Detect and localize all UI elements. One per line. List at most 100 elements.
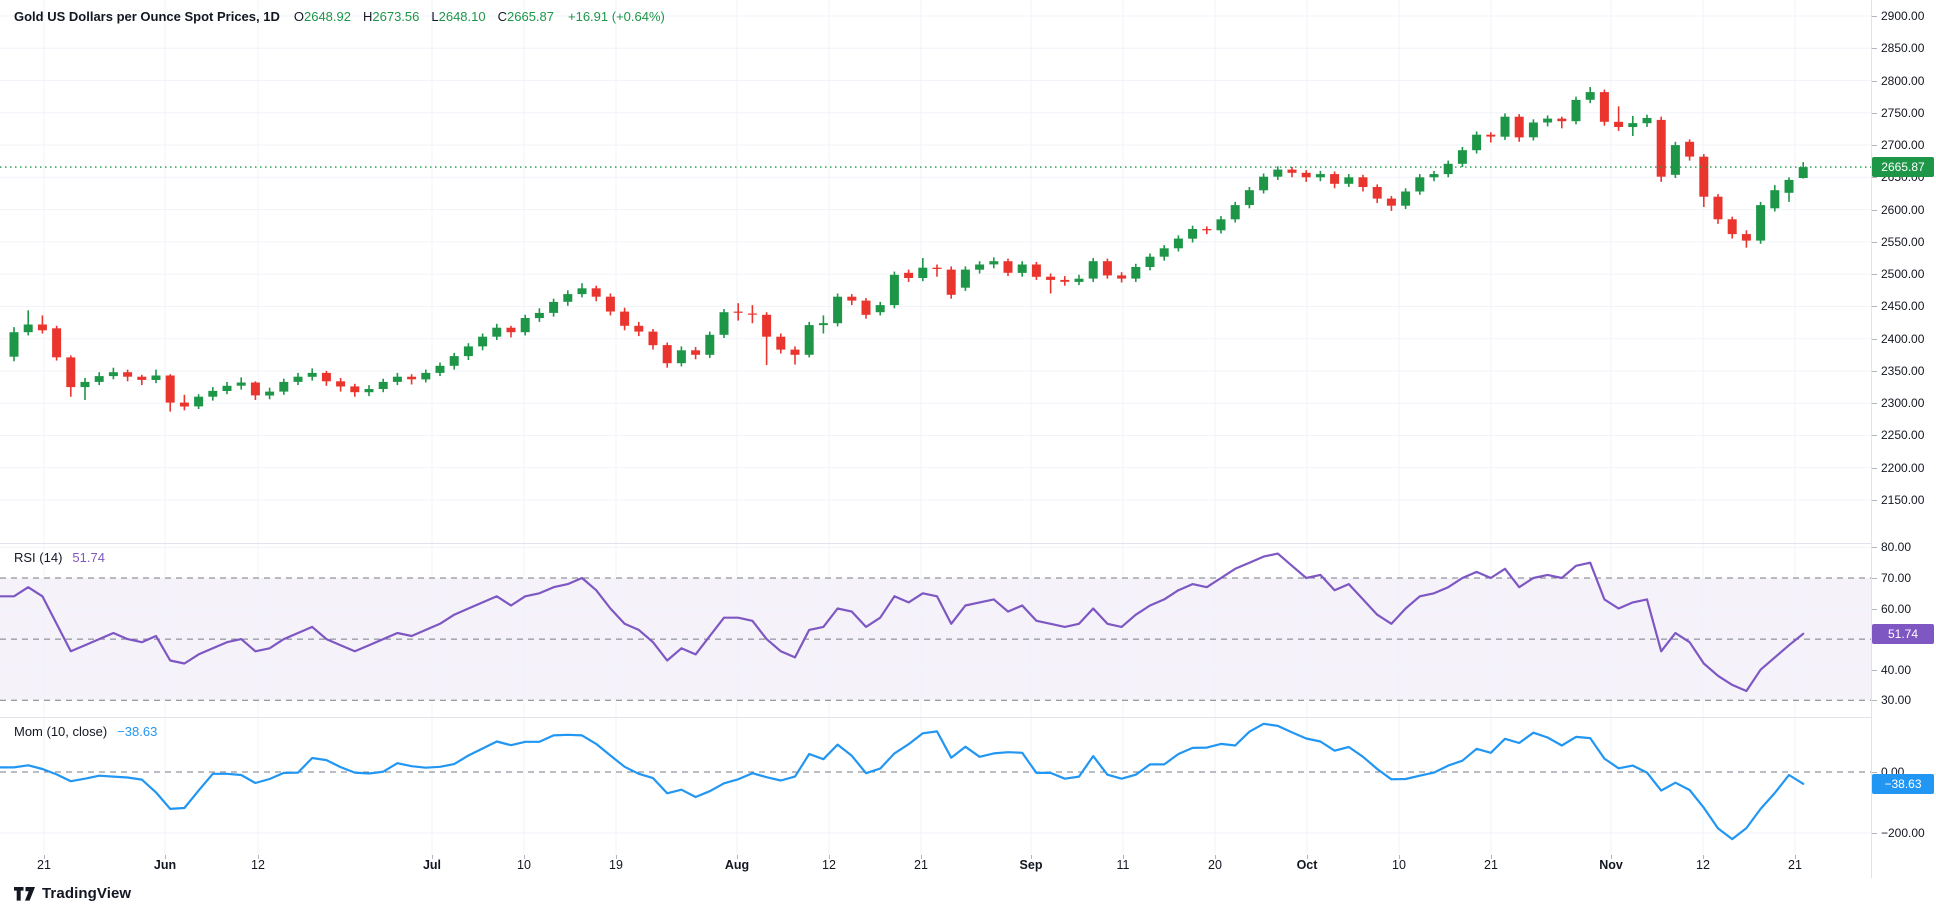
axis-tick: [1872, 210, 1877, 211]
ohlc-item: H2673.56: [363, 9, 419, 24]
time-axis-label: 21: [37, 858, 51, 872]
axis-tick: [1872, 500, 1877, 501]
time-axis-tick: [829, 855, 830, 859]
time-axis-tick: [1215, 855, 1216, 859]
rsi-legend: RSI (14) 51.74: [14, 550, 105, 565]
last-price-badge: 2665.87: [1872, 157, 1934, 177]
ohlc-item: C2665.87: [498, 9, 554, 24]
tradingview-logo[interactable]: TradingView: [14, 885, 131, 902]
ohlc-item: L2648.10: [431, 9, 485, 24]
time-axis-tick: [1491, 855, 1492, 859]
time-axis[interactable]: 21Jun12Jul1019Aug1221Sep1120Oct1021Nov12…: [0, 855, 1871, 878]
axis-label: 70.00: [1872, 569, 1936, 587]
change-value: +16.91 (+0.64%): [568, 9, 665, 24]
axis-tick: [1872, 242, 1877, 243]
axis-label: 2250.00: [1872, 426, 1936, 444]
momentum-value-badge: −38.63: [1872, 774, 1934, 794]
axis-tick: [1872, 274, 1877, 275]
time-axis-tick: [1795, 855, 1796, 859]
time-axis-label: 12: [822, 858, 836, 872]
time-axis-label: 10: [517, 858, 531, 872]
momentum-value: −38.63: [117, 724, 157, 739]
axis-label: 40.00: [1872, 661, 1936, 679]
axis-tick: [1872, 403, 1877, 404]
axis-label: 2150.00: [1872, 491, 1936, 509]
rsi-pane-canvas[interactable]: [0, 543, 1871, 717]
time-axis-tick: [524, 855, 525, 859]
axis-label: 80.00: [1872, 538, 1936, 556]
axis-label: 30.00: [1872, 691, 1936, 709]
momentum-label: Mom (10, close): [14, 724, 107, 739]
time-axis-label: 21: [1788, 858, 1802, 872]
axis-label: 2850.00: [1872, 39, 1936, 57]
ohlc-item: O2648.92: [294, 9, 351, 24]
axis-tick: [1872, 578, 1877, 579]
time-axis-label: 11: [1117, 858, 1130, 872]
time-axis-tick: [1123, 855, 1124, 859]
axis-tick: [1872, 772, 1877, 773]
axis-label: 2600.00: [1872, 201, 1936, 219]
time-axis-tick: [1611, 855, 1612, 859]
time-axis-label: Aug: [725, 858, 749, 872]
time-axis-tick: [1031, 855, 1032, 859]
time-axis-label: 12: [251, 858, 265, 872]
axis-tick: [1872, 670, 1877, 671]
axis-label: 2200.00: [1872, 459, 1936, 477]
axis-label: 2550.00: [1872, 233, 1936, 251]
axis-tick: [1872, 48, 1877, 49]
time-axis-tick: [1399, 855, 1400, 859]
axis-tick: [1872, 177, 1877, 178]
axis-tick: [1872, 833, 1877, 834]
axis-tick: [1872, 547, 1877, 548]
time-axis-tick: [44, 855, 45, 859]
logo-row: TradingView: [0, 878, 1936, 910]
time-axis-label: 10: [1392, 858, 1406, 872]
time-axis-tick: [616, 855, 617, 859]
axis-label: 2900.00: [1872, 7, 1936, 25]
time-axis-label: 19: [609, 858, 623, 872]
time-axis-tick: [165, 855, 166, 859]
axis-label: 2800.00: [1872, 72, 1936, 90]
time-axis-tick: [737, 855, 738, 859]
price-pane-canvas[interactable]: [0, 0, 1871, 543]
axis-label: 2300.00: [1872, 394, 1936, 412]
axis-tick: [1872, 306, 1877, 307]
time-axis-tick: [921, 855, 922, 859]
momentum-legend: Mom (10, close) −38.63: [14, 724, 157, 739]
time-axis-label: 21: [1484, 858, 1498, 872]
axis-label: 2400.00: [1872, 330, 1936, 348]
axis-tick: [1872, 435, 1877, 436]
price-axis[interactable]: 2900.002850.002800.002750.002700.002650.…: [1871, 0, 1936, 878]
axis-label: 2500.00: [1872, 265, 1936, 283]
time-axis-label: Jul: [423, 858, 441, 872]
time-axis-label: Jun: [154, 858, 176, 872]
axis-label: 60.00: [1872, 600, 1936, 618]
axis-tick: [1872, 339, 1877, 340]
ohlc-values: O2648.92 H2673.56 L2648.10 C2665.87: [294, 9, 554, 24]
main-legend: Gold US Dollars per Ounce Spot Prices, 1…: [14, 9, 665, 24]
axis-tick: [1872, 113, 1877, 114]
time-axis-tick: [432, 855, 433, 859]
axis-tick: [1872, 145, 1877, 146]
axis-tick: [1872, 468, 1877, 469]
time-axis-label: 12: [1696, 858, 1710, 872]
time-axis-tick: [258, 855, 259, 859]
axis-tick: [1872, 609, 1877, 610]
axis-label: 2700.00: [1872, 136, 1936, 154]
time-axis-label: Oct: [1297, 858, 1318, 872]
chart-widget: Gold US Dollars per Ounce Spot Prices, 1…: [0, 0, 1936, 910]
time-axis-label: 21: [914, 858, 928, 872]
momentum-pane-canvas[interactable]: [0, 717, 1871, 855]
rsi-label: RSI (14): [14, 550, 62, 565]
axis-tick: [1872, 81, 1877, 82]
tradingview-logo-icon: [14, 887, 36, 901]
axis-tick: [1872, 371, 1877, 372]
time-axis-tick: [1703, 855, 1704, 859]
axis-label: 2750.00: [1872, 104, 1936, 122]
pane-separator[interactable]: [0, 543, 1936, 544]
symbol-title: Gold US Dollars per Ounce Spot Prices, 1…: [14, 9, 280, 24]
rsi-value: 51.74: [72, 550, 105, 565]
tradingview-logo-text: TradingView: [42, 885, 131, 902]
pane-separator[interactable]: [0, 717, 1936, 718]
axis-tick: [1872, 16, 1877, 17]
